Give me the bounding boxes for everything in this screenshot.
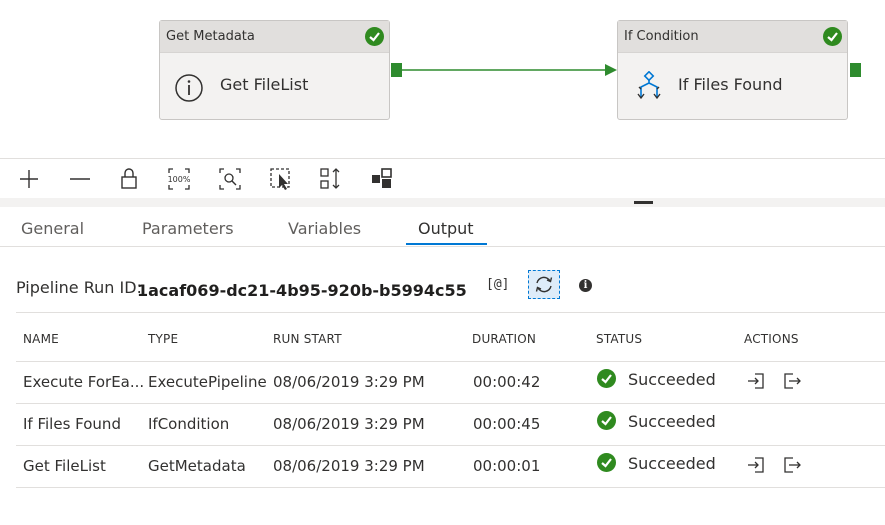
cell-type: ExecutePipeline	[148, 373, 267, 391]
column-header-run-start[interactable]: RUN START	[273, 332, 342, 346]
cell-status: Succeeded	[628, 370, 716, 389]
activity-if-condition[interactable]: If Condition If Files Found	[617, 20, 848, 120]
pipeline-run-id-value: 1acaf069-dc21-4b95-920b-b5994c552c58	[137, 281, 467, 296]
add-icon[interactable]	[16, 166, 42, 192]
cell-name: Execute ForEa...	[23, 373, 145, 391]
arrange-icon[interactable]	[369, 166, 395, 192]
output-port[interactable]	[391, 63, 402, 77]
cell-status: Succeeded	[628, 412, 716, 431]
table-row[interactable]: Execute ForEa... ExecutePipeline 08/06/2…	[16, 362, 885, 404]
info-icon[interactable]: i	[579, 279, 592, 292]
cell-type: GetMetadata	[148, 457, 246, 475]
refresh-button[interactable]	[528, 270, 560, 299]
activity-name: If Files Found	[678, 75, 783, 94]
pipeline-canvas[interactable]: Get Metadata Get FileList If Condition I…	[0, 0, 885, 158]
table-header: NAME TYPE RUN START DURATION STATUS ACTI…	[16, 312, 885, 362]
column-header-duration[interactable]: DURATION	[472, 332, 536, 346]
zoom-to-fit-icon[interactable]	[217, 166, 243, 192]
lock-icon[interactable]	[116, 166, 142, 192]
resize-handle[interactable]	[634, 201, 653, 204]
table-row[interactable]: Get FileList GetMetadata 08/06/2019 3:29…	[16, 446, 885, 488]
input-icon[interactable]	[747, 456, 765, 474]
cell-duration: 00:00:42	[473, 373, 541, 391]
cell-name: If Files Found	[23, 415, 121, 433]
cell-status: Succeeded	[628, 454, 716, 473]
panel-splitter[interactable]	[0, 198, 885, 207]
tab-general[interactable]: General	[21, 219, 84, 238]
activity-runs-table: NAME TYPE RUN START DURATION STATUS ACTI…	[16, 312, 885, 488]
properties-tabs: General Parameters Variables Output	[0, 207, 885, 247]
output-port[interactable]	[850, 63, 861, 77]
column-header-status[interactable]: STATUS	[596, 332, 642, 346]
cell-run-start: 08/06/2019 3:29 PM	[273, 373, 425, 391]
tab-output[interactable]: Output	[418, 219, 474, 238]
active-tab-indicator	[406, 243, 487, 245]
success-check-icon	[365, 27, 384, 46]
activity-get-metadata[interactable]: Get Metadata Get FileList	[159, 20, 390, 120]
input-icon[interactable]	[747, 372, 765, 390]
if-condition-icon	[637, 71, 661, 100]
remove-icon[interactable]	[67, 166, 93, 192]
tab-variables[interactable]: Variables	[288, 219, 361, 238]
cell-duration: 00:00:45	[473, 415, 541, 433]
pipeline-run-id-label: Pipeline Run ID:	[16, 278, 142, 297]
refresh-icon	[535, 276, 553, 293]
output-icon[interactable]	[783, 456, 801, 474]
column-header-actions: ACTIONS	[744, 332, 799, 346]
cell-type: IfCondition	[148, 415, 230, 433]
column-header-name[interactable]: NAME	[23, 332, 59, 346]
success-check-icon	[597, 411, 616, 430]
activity-type-label: If Condition	[618, 21, 847, 53]
cell-run-start: 08/06/2019 3:29 PM	[273, 457, 425, 475]
success-check-icon	[597, 453, 616, 472]
activity-name: Get FileList	[220, 75, 309, 94]
activity-type-label: Get Metadata	[160, 21, 389, 53]
zoom-100-icon[interactable]: 100%	[166, 166, 192, 192]
zoom-level-label: 100%	[168, 175, 191, 184]
success-check-icon	[597, 369, 616, 388]
info-circle-icon	[175, 74, 203, 102]
output-icon[interactable]	[783, 372, 801, 390]
table-row[interactable]: If Files Found IfCondition 08/06/2019 3:…	[16, 404, 885, 446]
copy-run-id-button[interactable]: [@]	[486, 277, 509, 292]
cell-name: Get FileList	[23, 457, 106, 475]
cell-duration: 00:00:01	[473, 457, 541, 475]
auto-align-icon[interactable]	[318, 166, 344, 192]
canvas-toolbar: 100%	[0, 158, 885, 199]
success-check-icon	[823, 27, 842, 46]
column-header-type[interactable]: TYPE	[148, 332, 178, 346]
select-icon[interactable]	[268, 166, 294, 192]
cell-run-start: 08/06/2019 3:29 PM	[273, 415, 425, 433]
tab-parameters[interactable]: Parameters	[142, 219, 234, 238]
